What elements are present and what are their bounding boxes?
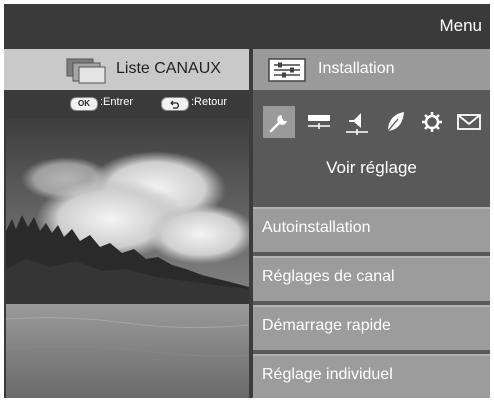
tab-installation[interactable]: Installation: [253, 49, 490, 90]
hint-enter: :Entrer: [100, 96, 134, 108]
envelope-icon: [457, 114, 481, 130]
category-eco[interactable]: [379, 106, 411, 138]
channel-preview-panel: OK :Entrer :Retour: [4, 90, 249, 398]
category-sound[interactable]: [341, 106, 373, 138]
hint-return: :Retour: [191, 96, 228, 108]
ok-key-label: OK: [78, 99, 90, 108]
category-icon-row: [253, 102, 490, 142]
menu-item-label: Réglages de canal: [262, 268, 395, 285]
menu-tabs: Liste CANAUX Installation: [4, 49, 490, 90]
tab-installation-label: Installation: [318, 60, 395, 77]
tab-channel-list[interactable]: Liste CANAUX: [4, 49, 249, 90]
section-title: Voir réglage: [326, 158, 417, 177]
installation-icon: [268, 58, 306, 82]
menu-header: Menu: [4, 4, 490, 49]
return-arrow-icon: [170, 100, 179, 109]
category-options[interactable]: [416, 106, 448, 138]
menu-item-label: Réglage individuel: [262, 366, 393, 383]
preview-image: [6, 119, 249, 398]
ok-key-icon: OK: [70, 97, 98, 111]
settings-panel: Voir réglage Autoinstallation Réglages d…: [253, 90, 490, 398]
menu-item-channel-settings[interactable]: Réglages de canal: [253, 256, 490, 301]
menu-item-individual-setting[interactable]: Réglage individuel: [253, 354, 490, 398]
sound-icon: [346, 113, 368, 135]
category-wrench[interactable]: [263, 106, 295, 138]
picture-settings-icon: [308, 115, 330, 129]
wrench-icon: [269, 115, 287, 133]
category-picture[interactable]: [303, 106, 335, 138]
menu-item-label: Démarrage rapide: [262, 317, 391, 334]
menu-item-label: Autoinstallation: [262, 219, 371, 236]
tab-channel-list-label: Liste CANAUX: [116, 60, 221, 77]
key-hints: OK :Entrer :Retour: [4, 90, 249, 115]
menu-item-quick-start[interactable]: Démarrage rapide: [253, 305, 490, 350]
menu-item-autoinstallation[interactable]: Autoinstallation: [253, 207, 490, 252]
category-messages[interactable]: [453, 106, 485, 138]
gear-icon: [422, 112, 442, 132]
menu-title: Menu: [439, 16, 482, 35]
channel-list-icon: [66, 58, 106, 84]
return-key-icon: [161, 97, 189, 111]
tv-menu-screen: Menu Liste CANAUX Installation OK:Entre…: [4, 4, 490, 398]
eco-leaf-icon: [387, 112, 404, 132]
